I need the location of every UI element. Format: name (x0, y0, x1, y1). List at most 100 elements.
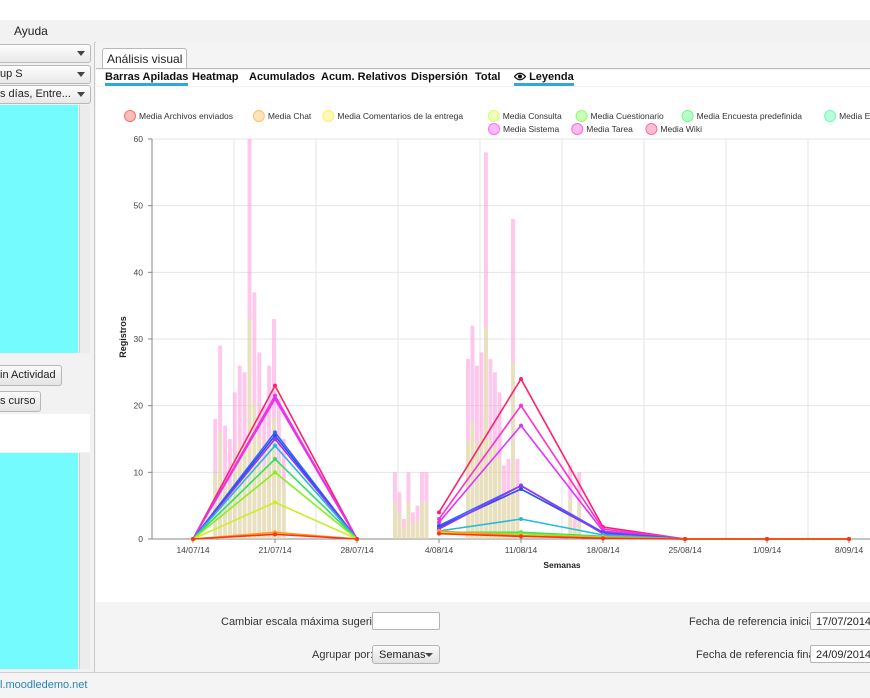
left-panel: up S s días, Entre... in Actividad s cur… (0, 42, 95, 672)
start-date-input[interactable]: 17/07/2014 (810, 612, 870, 630)
x-tick-label: 14/07/14 (176, 545, 209, 555)
y-tick-label: 20 (134, 401, 144, 411)
series-point (765, 537, 769, 541)
legend-label: Media Cuestionario (591, 111, 665, 121)
activity-button[interactable]: in Actividad (0, 365, 62, 386)
status-url[interactable]: l.moodledemo.net (0, 679, 87, 691)
series-point (273, 443, 277, 448)
chevron-down-icon (77, 51, 85, 56)
x-tick-label: 1/09/14 (753, 545, 782, 555)
toolbar-heatmap[interactable]: Heatmap (192, 71, 238, 83)
x-tick-label: 11/08/14 (505, 545, 538, 555)
left-combo-2[interactable]: up S (0, 65, 91, 84)
series-point (273, 383, 277, 388)
legend-label: Media Consulta (503, 111, 562, 121)
y-tick-label: 10 (134, 467, 144, 477)
series-point (519, 423, 523, 428)
left-list-top-scrollbar[interactable] (79, 105, 90, 353)
menu-help[interactable]: Ayuda (14, 24, 48, 38)
legend-swatch (645, 123, 658, 135)
chart-toolbar: Barras Apiladas Heatmap Acumulados Acum.… (96, 70, 870, 86)
chart-bar-segment (262, 465, 267, 539)
tab-visual-analysis[interactable]: Análisis visual (102, 48, 188, 69)
series-point (847, 537, 851, 541)
group-select-value: Semanas (379, 649, 426, 661)
series-point (519, 483, 523, 488)
left-list-bottom-scrollbar[interactable] (79, 453, 90, 669)
tab-divider (96, 68, 870, 69)
chart-bar-segment (267, 443, 272, 539)
left-combo-2-label: up S (0, 68, 23, 80)
legend-label: Media Sistema (503, 124, 559, 134)
chevron-down-icon (425, 653, 433, 657)
chart-bar-segment (281, 484, 286, 539)
chevron-down-icon (77, 72, 85, 77)
start-date-label: Fecha de referencia inicial: (689, 616, 821, 628)
series-point (273, 397, 277, 401)
legend-swatch (124, 110, 136, 122)
toolbar-cumulative[interactable]: Acumulados (249, 71, 315, 83)
series-point (683, 537, 687, 541)
toolbar-cumulative-relative[interactable]: Acum. Relativos (321, 71, 407, 83)
chart-bar-segment (393, 502, 397, 539)
series-point (273, 457, 277, 461)
left-combo-3[interactable]: s días, Entre... (0, 85, 91, 104)
menu-bar: Ayuda (0, 20, 870, 43)
chart-options: Cambiar escala máxima sugerida: Agrupar … (96, 602, 870, 672)
series-point (437, 510, 441, 515)
x-tick-label: 18/08/14 (586, 545, 619, 555)
x-tick-label: 21/07/14 (258, 545, 291, 555)
chart-area: Media Archivos enviados Media Chat Media C… (96, 87, 870, 602)
y-tick-label: 60 (134, 134, 144, 144)
series-point (273, 470, 277, 475)
eye-icon (513, 72, 527, 81)
course-button[interactable]: s curso (0, 391, 42, 412)
legend-label: Media Tarea (586, 124, 633, 134)
legend-label: Media Encuesta predefinida (697, 111, 803, 121)
legend-label: Media Archivos enviados (139, 111, 233, 121)
legend-swatch (252, 110, 265, 122)
legend-swatch (824, 110, 837, 122)
toolbar-legend-label: Leyenda (529, 71, 574, 83)
series-point (519, 377, 523, 381)
x-tick-label: 8/09/14 (835, 545, 864, 555)
right-pane: Análisis visual Barras Apiladas Heatmap … (96, 42, 870, 672)
chart-bar-segment (242, 447, 247, 539)
toolbar-total[interactable]: Total (475, 71, 500, 83)
y-tick-label: 0 (138, 534, 143, 544)
legend-swatch (488, 123, 500, 135)
legend-label: Media Entregas de texto en línea (839, 111, 870, 121)
chart-bar-segment (411, 524, 415, 539)
x-axis-label: Semanas (543, 560, 581, 570)
x-tick-label: 4/08/14 (425, 545, 454, 555)
legend-swatch (681, 110, 694, 122)
y-tick-label: 30 (134, 334, 144, 344)
toolbar-stacked-bars[interactable]: Barras Apiladas (105, 71, 189, 86)
end-date-label: Fecha de referencia final: (696, 649, 821, 661)
chart-bar-segment (493, 447, 497, 539)
series-point (273, 532, 277, 537)
scale-input[interactable] (372, 612, 440, 630)
series-point (355, 537, 359, 541)
left-list-bottom[interactable] (0, 453, 78, 669)
series-point (601, 536, 605, 541)
x-tick-label: 28/07/14 (340, 545, 373, 555)
left-list-top[interactable] (0, 105, 78, 353)
y-axis-label: Registros (118, 316, 128, 358)
chart-bar-segment (247, 319, 252, 539)
left-combo-1[interactable] (0, 44, 91, 63)
toolbar-scatter[interactable]: Dispersión (411, 71, 468, 83)
scale-label: Cambiar escala máxima sugerida: (221, 616, 388, 628)
chart-bar-segment (568, 498, 573, 539)
chart-bar-segment (397, 513, 402, 539)
chart-bar-segment (406, 502, 411, 539)
left-combo-3-label: s días, Entre... (0, 88, 71, 100)
toolbar-legend[interactable]: Leyenda (513, 71, 574, 86)
group-select[interactable]: Semanas (372, 645, 440, 664)
end-date-input[interactable]: 24/09/2014 (810, 645, 870, 663)
chart-bar-segment (402, 528, 406, 539)
chart-bar-segment (479, 436, 484, 539)
y-tick-label: 40 (134, 267, 144, 277)
title-bar (0, 0, 870, 20)
legend-label: Media Chat (268, 111, 312, 121)
